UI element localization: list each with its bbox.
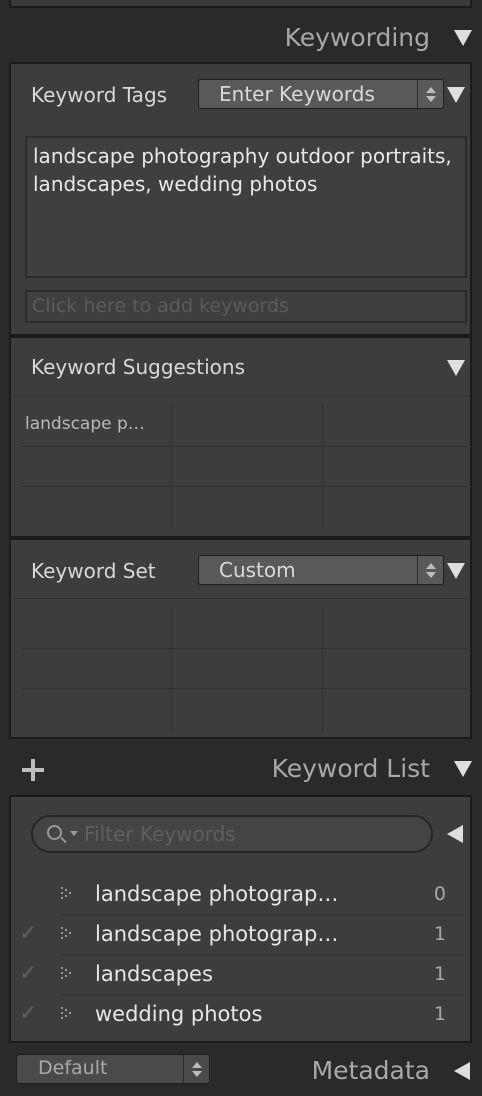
collapse-triangle-icon[interactable] [454, 30, 472, 46]
keyword-row[interactable]: landscape photograp… 0 [11, 875, 474, 915]
dropdown-stepper-icon [183, 1055, 209, 1083]
keyword-tags-panel: Keyword Tags Enter Keywords landscape ph… [9, 62, 472, 336]
keyword-list-panel: Filter Keywords landscape photograp… 0 ✓… [9, 795, 472, 1043]
collapse-triangle-icon[interactable] [447, 87, 465, 103]
keyword-row[interactable]: ✓ landscapes 1 [11, 955, 474, 995]
keyword-name: landscapes [95, 962, 213, 986]
dropdown-stepper-icon [417, 556, 443, 584]
keyword-tag-icon [61, 1007, 77, 1021]
keyword-suggestions-panel: Keyword Suggestions landscape p… [9, 336, 472, 538]
keyword-entry-mode-value: Enter Keywords [219, 82, 375, 106]
add-keywords-placeholder: Click here to add keywords [32, 295, 289, 317]
keyword-list-rows: landscape photograp… 0 ✓ landscape photo… [11, 875, 474, 1035]
keyword-tags-textarea[interactable]: landscape photography outdoor portraits,… [25, 136, 467, 278]
expand-triangle-icon[interactable] [447, 825, 463, 843]
collapse-triangle-icon[interactable] [447, 360, 465, 376]
checkmark-icon[interactable]: ✓ [19, 921, 37, 946]
keyword-set-dropdown[interactable]: Custom [198, 555, 444, 585]
keyword-set-divider [11, 598, 470, 599]
keyword-row[interactable]: ✓ landscape photograp… 1 [11, 915, 474, 955]
keyword-count: 1 [433, 963, 446, 985]
keyword-list-header[interactable]: Keyword List [0, 741, 482, 797]
collapse-triangle-icon[interactable] [447, 563, 465, 579]
keyword-count: 1 [433, 1003, 446, 1025]
keyword-name: wedding photos [95, 1002, 263, 1026]
expand-triangle-icon[interactable] [454, 1062, 470, 1080]
checkmark-icon[interactable]: ✓ [19, 1001, 37, 1026]
keyword-entry-mode-dropdown[interactable]: Enter Keywords [198, 79, 444, 109]
collapse-triangle-icon[interactable] [454, 761, 472, 777]
plus-icon[interactable] [22, 759, 44, 781]
top-panel-edge [9, 0, 472, 8]
keyword-name: landscape photograp… [95, 922, 339, 946]
keyword-tags-text: landscape photography outdoor portraits,… [33, 144, 452, 196]
keyword-list-title: Keyword List [271, 754, 430, 783]
metadata-title: Metadata [311, 1056, 430, 1085]
keyword-count: 1 [433, 923, 446, 945]
metadata-preset-value: Default [38, 1057, 108, 1079]
keywording-title: Keywording [284, 23, 430, 52]
keyword-row[interactable]: ✓ wedding photos 1 [11, 995, 474, 1035]
keyword-name: landscape photograp… [95, 882, 339, 906]
suggestions-divider [11, 396, 470, 397]
search-options-chevron-icon [70, 831, 78, 836]
metadata-header[interactable]: Default Metadata [0, 1045, 482, 1096]
keyword-set-label: Keyword Set [31, 559, 156, 583]
keyword-tag-icon [61, 927, 77, 941]
suggestion-item[interactable]: landscape p… [25, 414, 145, 434]
dropdown-stepper-icon [417, 80, 443, 108]
checkmark-icon[interactable]: ✓ [19, 961, 37, 986]
search-icon-handle [60, 836, 67, 844]
keyword-tag-icon [61, 967, 77, 981]
keyword-set-panel: Keyword Set Custom [9, 538, 472, 739]
filter-keywords-field[interactable]: Filter Keywords [31, 815, 433, 853]
add-keywords-field[interactable]: Click here to add keywords [25, 290, 467, 323]
keyword-set-grid [21, 608, 471, 730]
keyword-tag-icon [61, 887, 77, 901]
keywording-header[interactable]: Keywording [0, 10, 482, 66]
keyword-suggestions-label: Keyword Suggestions [31, 355, 245, 379]
filter-keywords-placeholder: Filter Keywords [84, 822, 236, 846]
keyword-set-value: Custom [219, 558, 296, 582]
keyword-tags-label: Keyword Tags [31, 83, 168, 107]
keyword-count: 0 [433, 883, 446, 905]
keyword-suggestions-grid: landscape p… [21, 406, 471, 528]
metadata-preset-dropdown[interactable]: Default [16, 1054, 210, 1084]
